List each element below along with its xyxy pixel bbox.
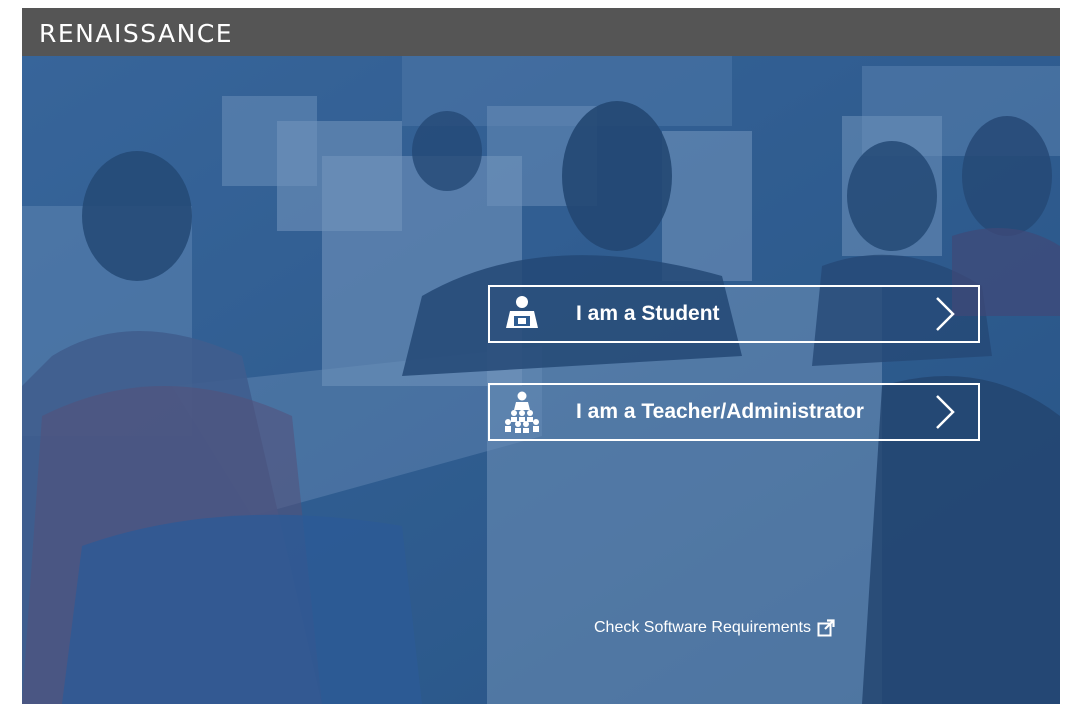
top-bar: RENAISSANCE bbox=[22, 8, 1060, 56]
student-button[interactable]: I am a Student bbox=[488, 285, 980, 343]
student-button-label: I am a Student bbox=[576, 302, 720, 325]
check-software-requirements-link[interactable]: Check Software Requirements bbox=[594, 619, 835, 637]
hero-background: I am a Student I am a Teacher/Administra… bbox=[22, 56, 1060, 704]
external-link-icon bbox=[817, 619, 835, 637]
teacher-admin-button-label: I am a Teacher/Administrator bbox=[576, 400, 864, 423]
brand-logo: RENAISSANCE bbox=[39, 18, 234, 48]
chevron-right-icon bbox=[930, 292, 960, 336]
check-software-requirements-label: Check Software Requirements bbox=[594, 619, 811, 636]
chevron-right-icon bbox=[930, 390, 960, 434]
teacher-admin-button[interactable]: I am a Teacher/Administrator bbox=[488, 383, 980, 441]
student-icon bbox=[500, 292, 544, 336]
classroom-photo bbox=[22, 56, 1060, 704]
teacher-admin-icon bbox=[500, 390, 544, 434]
login-frame: RENAISSANCE I am a Student I am a Teache… bbox=[22, 8, 1060, 704]
